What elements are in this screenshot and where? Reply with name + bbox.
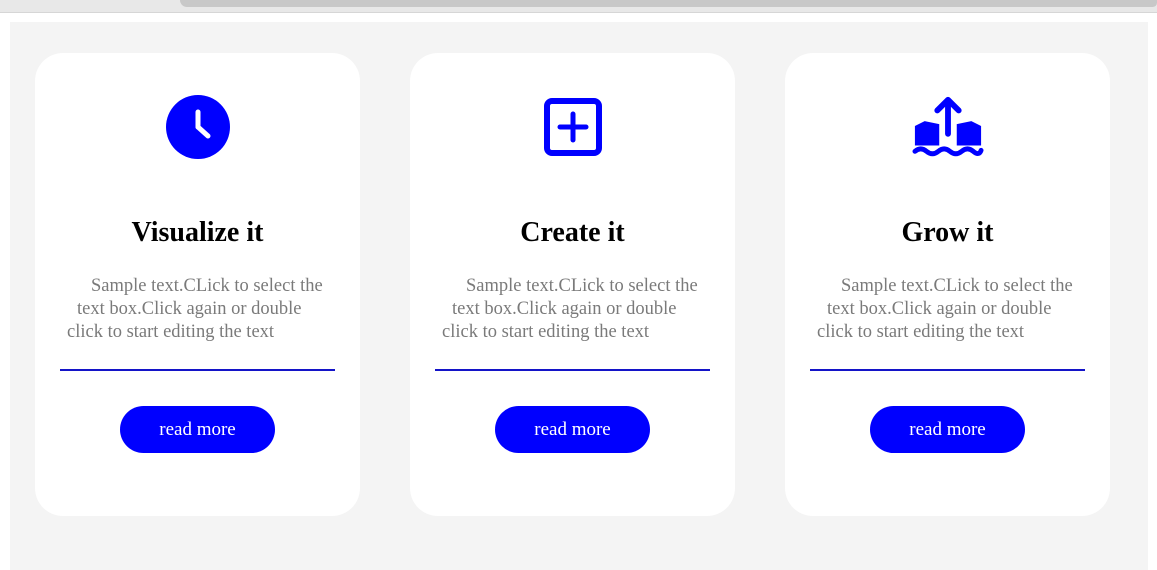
read-more-button[interactable]: read more (495, 406, 650, 453)
card-description-line: Sample text.CLick to select the (841, 276, 1073, 296)
card-title: Create it (520, 217, 625, 248)
card-description-line: Sample text.CLick to select the (91, 276, 323, 296)
growth-upload-icon (911, 91, 984, 163)
card-description-line: text box.Click again or double (452, 299, 677, 319)
card-description: Sample text.CLick to select the text box… (67, 275, 349, 344)
card-divider (435, 369, 710, 371)
card-description-line: text box.Click again or double (827, 299, 1052, 319)
card-divider (60, 369, 335, 371)
plus-square-icon (537, 91, 609, 163)
features-section: Visualize it Sample text.CLick to select… (10, 22, 1148, 570)
card-description-line: Sample text.CLick to select the (466, 276, 698, 296)
clock-icon (162, 91, 234, 163)
card-divider (810, 369, 1085, 371)
browser-top-bar (0, 0, 1157, 13)
feature-card-grow: Grow it Sample text.CLick to select the … (785, 53, 1110, 516)
card-description-line: text box.Click again or double (77, 299, 302, 319)
read-more-button[interactable]: read more (870, 406, 1025, 453)
browser-scrollbar[interactable] (180, 0, 1157, 7)
card-description-line: click to start editing the text (442, 322, 650, 342)
card-title: Grow it (901, 217, 994, 248)
card-description: Sample text.CLick to select the text box… (817, 275, 1099, 344)
feature-card-visualize: Visualize it Sample text.CLick to select… (35, 53, 360, 516)
card-description-line: click to start editing the text (817, 322, 1025, 342)
card-description-line: click to start editing the text (67, 322, 275, 342)
feature-card-create: Create it Sample text.CLick to select th… (410, 53, 735, 516)
read-more-button[interactable]: read more (120, 406, 275, 453)
card-description: Sample text.CLick to select the text box… (442, 275, 724, 344)
card-title: Visualize it (131, 217, 264, 248)
